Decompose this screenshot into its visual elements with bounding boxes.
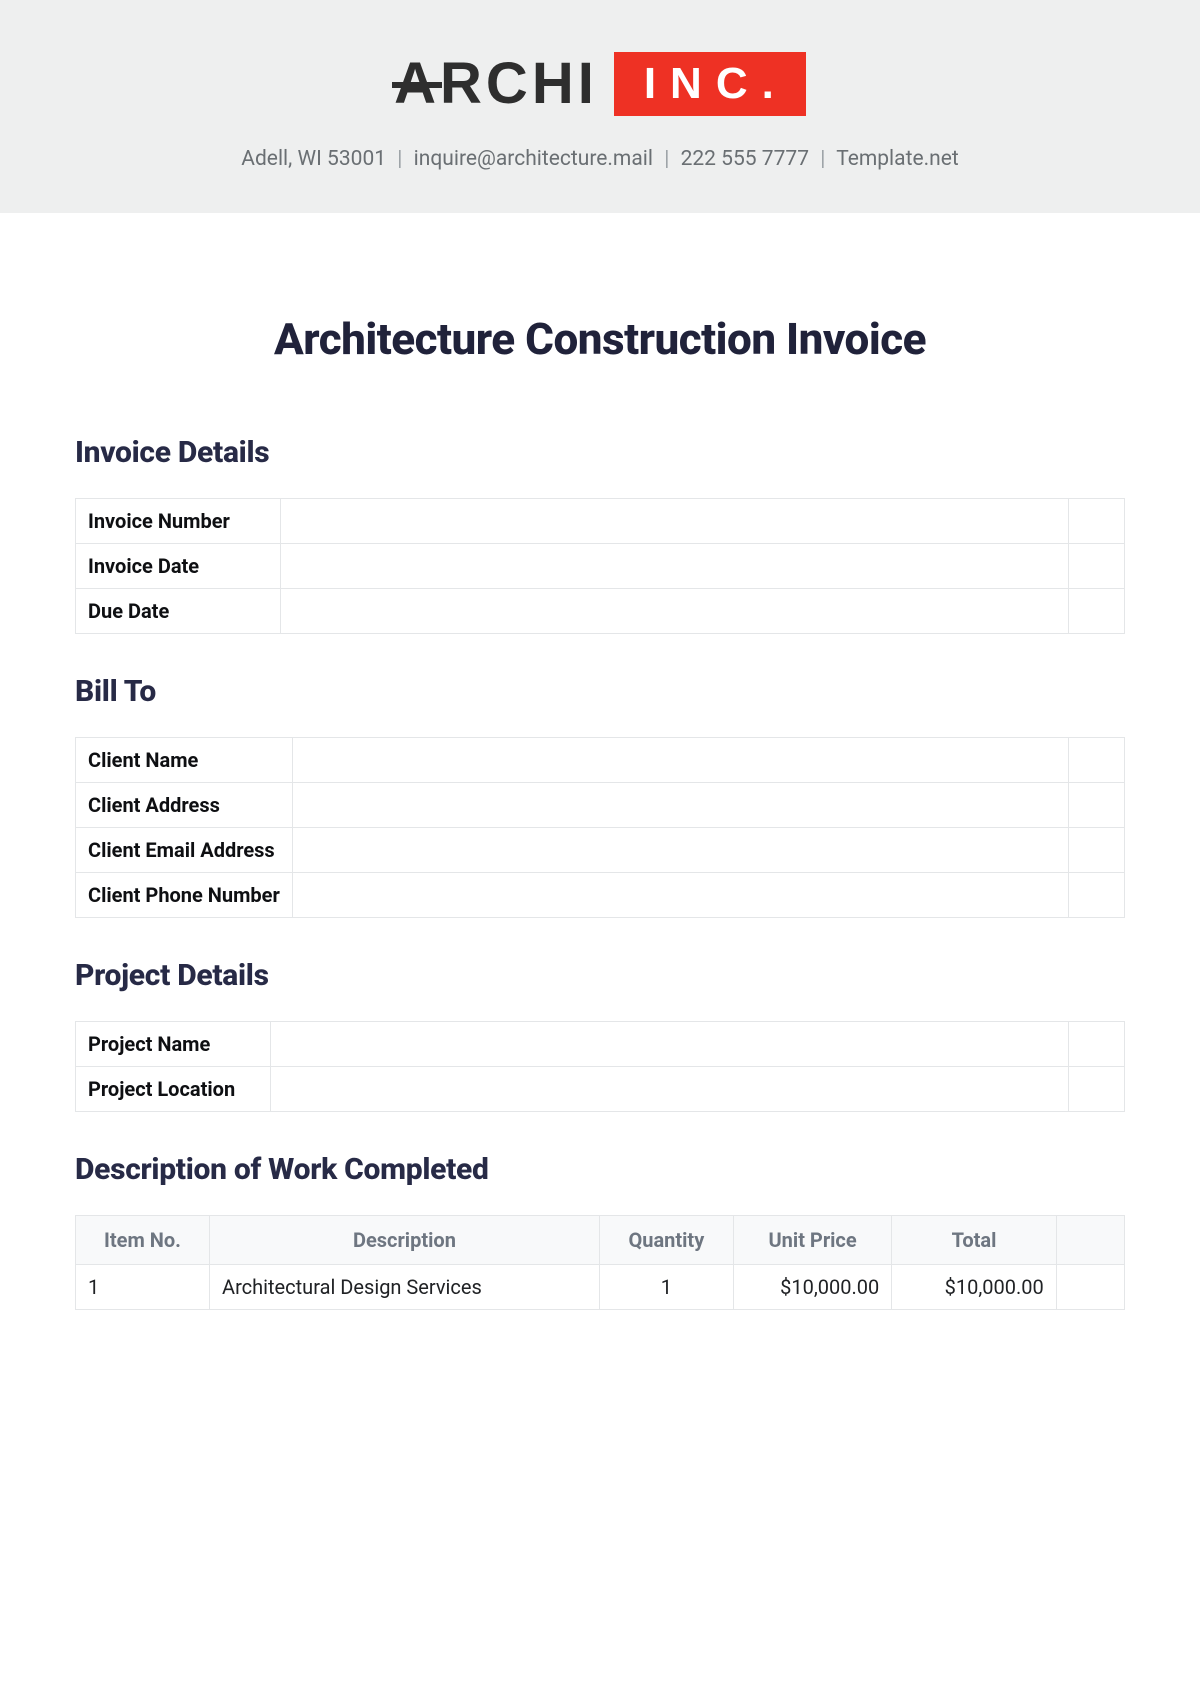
col-header-quantity: Quantity (599, 1216, 733, 1265)
field-value[interactable] (281, 589, 1069, 634)
spacer-cell (1069, 499, 1125, 544)
field-label: Project Location (76, 1067, 271, 1112)
table-row: Invoice Number (76, 499, 1125, 544)
field-value[interactable] (281, 499, 1069, 544)
table-row: Due Date (76, 589, 1125, 634)
spacer-cell (1069, 1067, 1125, 1112)
field-value[interactable] (292, 783, 1068, 828)
table-row: 1 Architectural Design Services 1 $10,00… (76, 1265, 1125, 1310)
spacer-cell (1069, 828, 1125, 873)
project-details-table: Project Name Project Location (75, 1021, 1125, 1112)
separator: | (820, 147, 825, 171)
table-row: Client Name (76, 738, 1125, 783)
field-label: Project Name (76, 1022, 271, 1067)
col-header-itemno: Item No. (76, 1216, 210, 1265)
spacer-cell (1056, 1216, 1124, 1265)
separator: | (664, 147, 669, 171)
contact-phone: 222 555 7777 (681, 147, 809, 171)
spacer-cell (1069, 873, 1125, 918)
header-banner: ARCHI INC. Adell, WI 53001 | inquire@arc… (0, 0, 1200, 213)
table-row: Invoice Date (76, 544, 1125, 589)
col-header-unit-price: Unit Price (733, 1216, 891, 1265)
spacer-cell (1056, 1265, 1124, 1310)
field-label: Invoice Number (76, 499, 281, 544)
section-heading-invoice-details: Invoice Details (75, 435, 1125, 470)
section-heading-project-details: Project Details (75, 958, 1125, 993)
separator: | (397, 147, 402, 171)
spacer-cell (1069, 589, 1125, 634)
field-value[interactable] (271, 1067, 1069, 1112)
contact-address: Adell, WI 53001 (241, 147, 386, 171)
cell-unit-price: $10,000.00 (733, 1265, 891, 1310)
table-row: Client Email Address (76, 828, 1125, 873)
field-label: Client Address (76, 783, 293, 828)
field-value[interactable] (271, 1022, 1069, 1067)
logo-wordmark: ARCHI (394, 50, 598, 117)
table-row: Project Name (76, 1022, 1125, 1067)
contact-site: Template.net (836, 147, 959, 171)
bill-to-table: Client Name Client Address Client Email … (75, 737, 1125, 918)
field-label: Invoice Date (76, 544, 281, 589)
logo-badge: INC. (614, 52, 806, 116)
logo: ARCHI INC. (394, 50, 806, 117)
section-heading-work-completed: Description of Work Completed (75, 1152, 1125, 1187)
cell-total: $10,000.00 (892, 1265, 1056, 1310)
table-row: Project Location (76, 1067, 1125, 1112)
page-title: Architecture Construction Invoice (75, 313, 1125, 365)
field-label: Client Phone Number (76, 873, 293, 918)
field-value[interactable] (292, 828, 1068, 873)
contact-email: inquire@architecture.mail (414, 147, 653, 171)
table-row: Client Phone Number (76, 873, 1125, 918)
document-body: Architecture Construction Invoice Invoic… (0, 213, 1200, 1310)
field-value[interactable] (292, 873, 1068, 918)
spacer-cell (1069, 544, 1125, 589)
table-header-row: Item No. Description Quantity Unit Price… (76, 1216, 1125, 1265)
spacer-cell (1069, 783, 1125, 828)
cell-quantity: 1 (599, 1265, 733, 1310)
cell-itemno: 1 (76, 1265, 210, 1310)
col-header-description: Description (210, 1216, 600, 1265)
cell-description: Architectural Design Services (210, 1265, 600, 1310)
col-header-total: Total (892, 1216, 1056, 1265)
field-value[interactable] (292, 738, 1068, 783)
section-heading-bill-to: Bill To (75, 674, 1125, 709)
spacer-cell (1069, 1022, 1125, 1067)
table-row: Client Address (76, 783, 1125, 828)
invoice-details-table: Invoice Number Invoice Date Due Date (75, 498, 1125, 634)
field-label: Client Name (76, 738, 293, 783)
field-label: Client Email Address (76, 828, 293, 873)
contact-line: Adell, WI 53001 | inquire@architecture.m… (0, 147, 1200, 171)
field-label: Due Date (76, 589, 281, 634)
work-items-table: Item No. Description Quantity Unit Price… (75, 1215, 1125, 1310)
spacer-cell (1069, 738, 1125, 783)
field-value[interactable] (281, 544, 1069, 589)
